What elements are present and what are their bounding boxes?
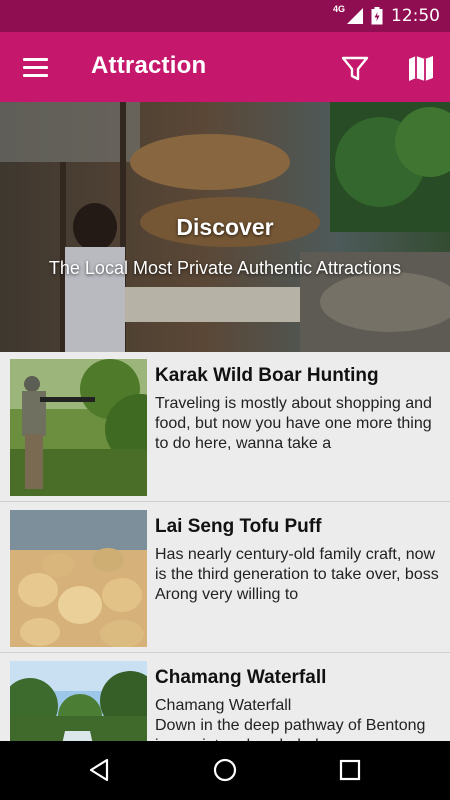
attraction-description: Chamang Waterfall Down in the deep pathw…: [155, 697, 426, 741]
attraction-description: Has nearly century-old family craft, now…: [155, 546, 439, 603]
attraction-thumbnail: [10, 661, 147, 741]
attraction-title: Karak Wild Boar Hunting: [155, 365, 379, 386]
network-type-label: 4G: [332, 4, 345, 14]
status-icons: 4G 12:50: [333, 0, 440, 32]
map-icon: [409, 56, 433, 81]
list-item[interactable]: Lai Seng Tofu Puff Has nearly century-ol…: [0, 503, 450, 653]
attraction-description: Traveling is mostly about shopping and f…: [155, 395, 432, 452]
hunting-photo: [10, 359, 147, 496]
signal-icon: [347, 8, 363, 24]
back-button[interactable]: [84, 755, 114, 785]
list-item[interactable]: Chamang Waterfall Chamang Waterfall Down…: [0, 654, 450, 741]
menu-icon-bar: [22, 65, 48, 69]
filter-icon: [341, 56, 369, 81]
attraction-title: Chamang Waterfall: [155, 667, 327, 688]
menu-button[interactable]: [14, 47, 56, 87]
list-item[interactable]: Karak Wild Boar Hunting Traveling is mos…: [0, 352, 450, 502]
back-icon: [89, 758, 109, 782]
tofu-puff-photo: [10, 510, 147, 647]
system-navigation-bar: [0, 741, 450, 800]
attraction-thumbnail: [10, 359, 147, 496]
menu-icon-bar: [22, 57, 48, 61]
recents-icon: [339, 759, 361, 781]
home-icon: [213, 758, 237, 782]
banner-subheading: The Local Most Private Authentic Attract…: [48, 258, 402, 278]
waterfall-photo: [10, 661, 147, 741]
banner-heading: Discover: [176, 214, 274, 240]
map-button[interactable]: [404, 51, 438, 85]
page-title: Attraction: [91, 52, 207, 79]
filter-button[interactable]: [338, 51, 372, 85]
discover-banner[interactable]: Discover The Local Most Private Authenti…: [0, 102, 450, 352]
status-bar: 4G 12:50: [0, 0, 450, 32]
recents-button[interactable]: [335, 755, 365, 785]
attraction-thumbnail: [10, 510, 147, 647]
home-button[interactable]: [210, 755, 240, 785]
menu-icon-bar: [22, 73, 48, 77]
attraction-list[interactable]: Karak Wild Boar Hunting Traveling is mos…: [0, 352, 450, 741]
clock: 12:50: [391, 6, 440, 26]
attraction-title: Lai Seng Tofu Puff: [155, 516, 322, 537]
battery-icon: [371, 7, 383, 25]
app-bar: Attraction: [0, 32, 450, 102]
